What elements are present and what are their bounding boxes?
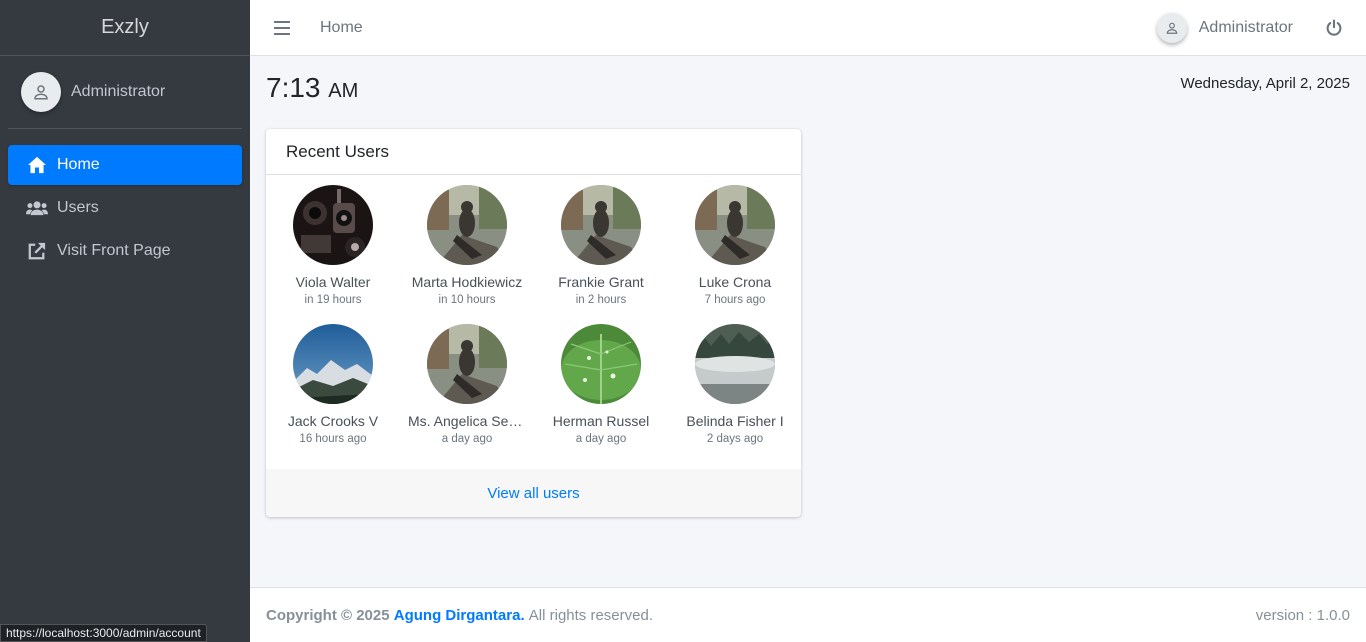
sidebar-item-label: Users [57, 199, 99, 216]
user-card[interactable]: Belinda Fisher I 2 days ago [668, 324, 801, 463]
users-icon [26, 198, 48, 218]
breadcrumb-home-link[interactable]: Home [320, 19, 363, 37]
sidebar-item-users[interactable]: Users [8, 188, 242, 228]
top-navbar: Home Administrator [250, 0, 1366, 56]
user-joined-time: a day ago [575, 433, 627, 445]
home-icon [26, 155, 48, 175]
user-joined-time: 7 hours ago [704, 294, 766, 306]
user-photo[interactable] [293, 324, 373, 404]
user-photo[interactable] [427, 185, 507, 265]
user-name[interactable]: Viola Walter [274, 274, 392, 290]
sidebar-item-label: Visit Front Page [57, 242, 171, 259]
power-icon[interactable] [1325, 19, 1343, 37]
users-grid: Viola Walter in 19 hours Marta Hodkiewic… [266, 175, 801, 463]
version-text: version : 1.0.0 [1255, 606, 1350, 624]
user-icon [1166, 22, 1178, 34]
sidebar-user-name[interactable]: Administrator [71, 83, 165, 101]
user-card[interactable]: Luke Crona 7 hours ago [668, 185, 801, 324]
rights-text: All rights reserved. [528, 606, 653, 624]
user-card[interactable]: Ms. Angelica Senger a day ago [400, 324, 534, 463]
sidebar-nav: Home Users Visit Front Page [0, 129, 250, 271]
user-card[interactable]: Herman Russel a day ago [534, 324, 668, 463]
user-card[interactable]: Frankie Grant in 2 hours [534, 185, 668, 324]
user-joined-time: in 19 hours [304, 294, 362, 306]
user-photo[interactable] [695, 324, 775, 404]
user-card[interactable]: Marta Hodkiewicz in 10 hours [400, 185, 534, 324]
user-card[interactable]: Viola Walter in 19 hours [266, 185, 400, 324]
page-footer: Copyright © 2025 Agung Dirgantara. All r… [250, 587, 1366, 642]
card-title: Recent Users [266, 129, 801, 175]
browser-status-url: https://localhost:3000/admin/account [0, 624, 207, 642]
clock-ampm: AM [328, 80, 359, 102]
top-user-name[interactable]: Administrator [1199, 19, 1293, 37]
user-joined-time: in 2 hours [575, 294, 627, 306]
author-link[interactable]: Agung Dirgantara. [394, 607, 525, 624]
brand-logo[interactable]: Exzly [0, 0, 250, 56]
user-joined-time: in 10 hours [438, 294, 496, 306]
user-icon [34, 85, 48, 100]
user-joined-time: 2 days ago [706, 433, 764, 445]
clock-time: 7:13 [266, 72, 321, 103]
user-photo[interactable] [561, 324, 641, 404]
clock-display: 7:13 AM [266, 72, 358, 104]
date-display: Wednesday, April 2, 2025 [1180, 75, 1350, 92]
user-name[interactable]: Jack Crooks V [274, 413, 392, 429]
user-name[interactable]: Herman Russel [542, 413, 660, 429]
copyright-text: Copyright © 2025 [266, 606, 390, 624]
avatar[interactable] [1156, 13, 1187, 43]
user-joined-time: a day ago [441, 433, 493, 445]
user-photo[interactable] [695, 185, 775, 265]
sidebar-item-label: Home [57, 156, 100, 173]
sidebar-user-panel[interactable]: Administrator [8, 56, 242, 129]
user-name[interactable]: Marta Hodkiewicz [408, 274, 526, 290]
user-name[interactable]: Belinda Fisher I [676, 413, 794, 429]
recent-users-card: Recent Users Viola Walter in 19 hours Ma… [266, 129, 801, 517]
sidebar: Exzly Administrator Home Users Visit Fro… [0, 0, 250, 642]
user-name[interactable]: Ms. Angelica Senger [408, 413, 526, 429]
view-all-users-link[interactable]: View all users [266, 469, 801, 517]
menu-toggle-icon[interactable] [274, 20, 290, 35]
user-photo[interactable] [427, 324, 507, 404]
user-name[interactable]: Luke Crona [676, 274, 794, 290]
user-photo[interactable] [561, 185, 641, 265]
sidebar-item-visit-front-page[interactable]: Visit Front Page [8, 231, 242, 271]
external-link-icon [26, 241, 48, 261]
user-card[interactable]: Jack Crooks V 16 hours ago [266, 324, 400, 463]
user-photo[interactable] [293, 185, 373, 265]
sidebar-item-home[interactable]: Home [8, 145, 242, 185]
user-joined-time: 16 hours ago [299, 433, 367, 445]
user-name[interactable]: Frankie Grant [542, 274, 660, 290]
avatar[interactable] [21, 72, 61, 112]
